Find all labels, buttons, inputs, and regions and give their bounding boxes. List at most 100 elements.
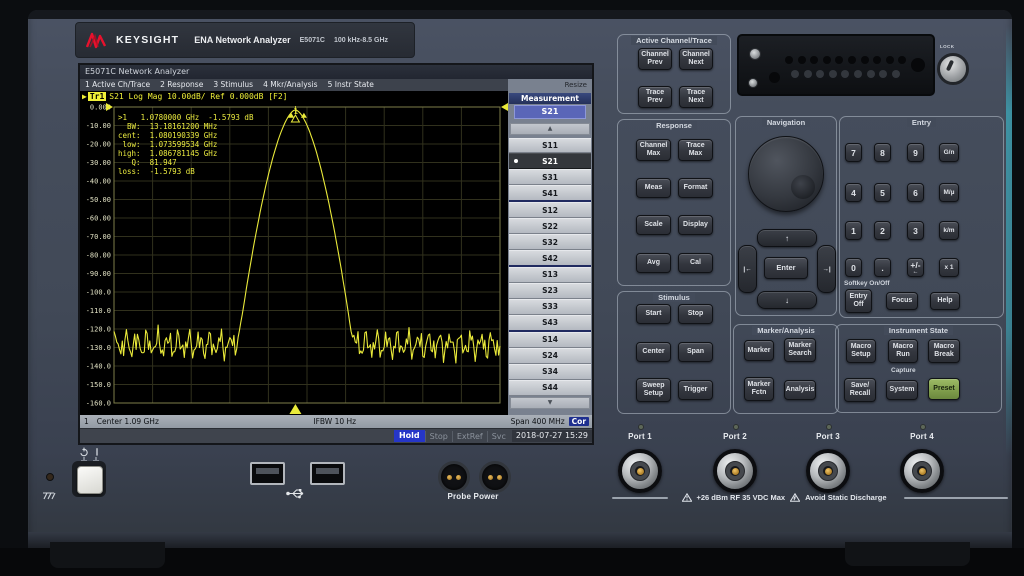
help-button[interactable]: Help [930, 292, 960, 310]
key-km[interactable]: k/m [939, 221, 959, 240]
system-button[interactable]: System [886, 380, 918, 400]
vent-hole [848, 56, 856, 64]
key-5[interactable]: 5 [874, 183, 891, 202]
softkey-s43[interactable]: S43 [509, 315, 591, 332]
softkey-scroll-down[interactable]: ▼ [510, 397, 590, 409]
menu-item-4[interactable]: 4 Mkr/Analysis [263, 80, 317, 89]
display-button[interactable]: Display [678, 215, 713, 235]
menu-item-3[interactable]: 3 Stimulus [213, 80, 253, 89]
softkey-s33[interactable]: S33 [509, 299, 591, 315]
format-button[interactable]: Format [678, 178, 713, 198]
menu-item-1[interactable]: 1 Active Ch/Trace [85, 80, 150, 89]
trace-prev-button[interactable]: Trace Prev [638, 86, 672, 108]
key-3[interactable]: 3 [907, 221, 924, 240]
vent-hole [829, 70, 837, 78]
stop-button[interactable]: Stop [678, 304, 713, 324]
softkey-s11[interactable]: S11 [509, 138, 591, 154]
key-9[interactable]: 9 [907, 143, 924, 162]
capture-label: Capture [891, 367, 916, 374]
warning-text: +26 dBm RF 35 VDC Max Avoid Static Disch… [664, 491, 904, 503]
marker-fctn-button[interactable]: Marker Fctn [744, 377, 774, 401]
macro-break-button[interactable]: Macro Break [928, 339, 960, 363]
channel-number: 1 [84, 417, 89, 426]
enter-button[interactable]: Enter [764, 257, 808, 279]
trigger-button[interactable]: Trigger [678, 380, 713, 400]
softkey-s34[interactable]: S34 [509, 364, 591, 380]
preset-button[interactable]: Preset [928, 378, 960, 400]
section-title: Active Channel/Trace [631, 36, 717, 45]
channel-max-button[interactable]: Channel Max [636, 139, 671, 161]
key-2[interactable]: 2 [874, 221, 891, 240]
marker-readout: >1 1.0780000 GHz -1.5793 dB BW: 13.18161… [118, 113, 253, 176]
menu-item-2[interactable]: 2 Response [160, 80, 203, 89]
softkey-s21[interactable]: S21 [509, 153, 591, 169]
channel-prev-button[interactable]: Channel Prev [638, 48, 672, 70]
resize-button[interactable]: Resize [565, 81, 587, 89]
softkey-s32[interactable]: S32 [509, 234, 591, 250]
analysis-button[interactable]: Analysis [784, 380, 816, 400]
macro-run-button[interactable]: Macro Run [888, 339, 918, 363]
navigation-knob[interactable] [748, 136, 824, 212]
power-button[interactable] [77, 466, 103, 494]
key-x1[interactable]: x 1 [939, 258, 959, 277]
channel-next-button[interactable]: Channel Next [679, 48, 713, 70]
key-[interactable]: . [874, 258, 891, 277]
softkey-s24[interactable]: S24 [509, 348, 591, 364]
focus-button[interactable]: Focus [886, 292, 918, 310]
avg-button[interactable]: Avg [636, 253, 671, 273]
softkey-s14[interactable]: S14 [509, 332, 591, 348]
status-svc: Svc [487, 431, 510, 442]
vent-hole [873, 56, 881, 64]
svg-text:-130.0: -130.0 [86, 344, 111, 352]
marker-search-button[interactable]: Marker Search [784, 338, 816, 362]
usb-port-1 [250, 462, 285, 485]
softkey-s22[interactable]: S22 [509, 218, 591, 234]
key-1[interactable]: 1 [845, 221, 862, 240]
svg-text:-40.00: -40.00 [86, 177, 111, 185]
softkey-s23[interactable]: S23 [509, 283, 591, 299]
svg-text:-110.0: -110.0 [86, 307, 111, 315]
sweep-setup-button[interactable]: Sweep Setup [636, 378, 671, 402]
arrow-up-button[interactable]: ↑ [757, 229, 817, 247]
macro-setup-button[interactable]: Macro Setup [846, 339, 876, 363]
menu-item-5[interactable]: 5 Instr State [328, 80, 374, 89]
softkey-s13[interactable]: S13 [509, 267, 591, 283]
key-m[interactable]: M/µ [939, 183, 959, 202]
vent-hole [798, 56, 806, 64]
entry-off-button[interactable]: Entry Off [845, 289, 872, 313]
trace-next-button[interactable]: Trace Next [679, 86, 713, 108]
save-recall-button[interactable]: Save/ Recall [844, 378, 876, 402]
trace-max-button[interactable]: Trace Max [678, 139, 713, 161]
key-[interactable]: +/-← [907, 258, 924, 277]
key-8[interactable]: 8 [874, 143, 891, 162]
usb-icon [285, 487, 308, 500]
arrow-left-button[interactable]: |← [738, 245, 757, 293]
key-4[interactable]: 4 [845, 183, 862, 202]
key-gn[interactable]: G/n [939, 143, 959, 162]
span-button[interactable]: Span [678, 342, 713, 362]
svg-text:-80.00: -80.00 [86, 251, 111, 259]
meas-button[interactable]: Meas [636, 178, 671, 198]
key-0[interactable]: 0 [845, 258, 862, 277]
cal-button[interactable]: Cal [678, 253, 713, 273]
vent-hole [823, 56, 831, 64]
start-button[interactable]: Start [636, 304, 671, 324]
lcd-screen: E5071C Network Analyzer 1 Active Ch/Trac… [78, 63, 594, 445]
softkey-s31[interactable]: S31 [509, 169, 591, 185]
arrow-right-button[interactable]: →| [817, 245, 836, 293]
key-6[interactable]: 6 [907, 183, 924, 202]
vent-hole [816, 70, 824, 78]
key-7[interactable]: 7 [845, 143, 862, 162]
softkey-s12[interactable]: S12 [509, 202, 591, 218]
arrow-down-button[interactable]: ↓ [757, 291, 817, 309]
svg-text:-120.0: -120.0 [86, 325, 111, 333]
marker-button[interactable]: Marker [744, 340, 774, 361]
softkey-s41[interactable]: S41 [509, 185, 591, 202]
softkey-current-value[interactable]: S21 [514, 105, 586, 119]
section-title: Marker/Analysis [752, 326, 820, 335]
center-button[interactable]: Center [636, 342, 671, 362]
softkey-s44[interactable]: S44 [509, 380, 591, 396]
softkey-scroll-up[interactable]: ▲ [510, 123, 590, 135]
softkey-s42[interactable]: S42 [509, 250, 591, 267]
scale-button[interactable]: Scale [636, 215, 671, 235]
